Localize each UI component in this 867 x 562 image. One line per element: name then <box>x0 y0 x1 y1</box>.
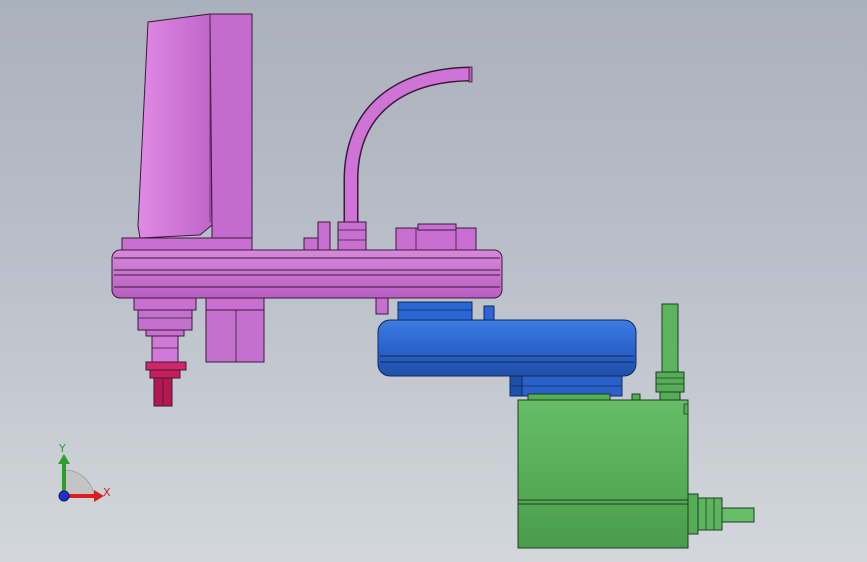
joint-housing-1[interactable] <box>205 297 265 363</box>
base-column[interactable] <box>121 13 253 251</box>
motor-housing[interactable] <box>517 393 689 549</box>
axis-x-label: X <box>103 486 111 499</box>
connector-block[interactable] <box>395 223 477 251</box>
motor-cable-gland-top[interactable] <box>655 303 685 401</box>
axis-y-label: Y <box>59 442 66 455</box>
cad-viewport[interactable]: Y X <box>0 0 867 562</box>
robot-model-scene[interactable] <box>0 0 867 562</box>
motor-cable-gland-side[interactable] <box>687 493 755 535</box>
tool-flange[interactable] <box>145 361 187 407</box>
arm-link-2[interactable] <box>377 301 637 397</box>
spline-shaft[interactable] <box>133 297 197 363</box>
cable-conduit[interactable] <box>303 66 473 251</box>
coordinate-triad <box>58 454 104 502</box>
